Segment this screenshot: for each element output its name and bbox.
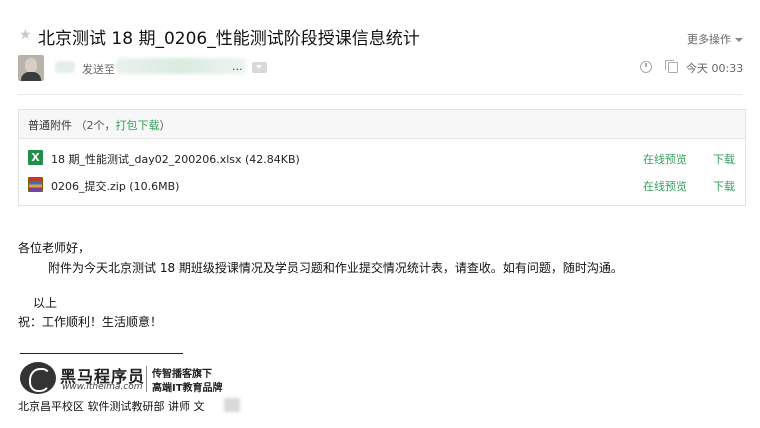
expand-recipients-button[interactable] [252, 62, 267, 73]
sender-avatar[interactable] [18, 55, 44, 81]
sent-date: 今天 00:33 [686, 62, 744, 75]
body-greeting: 各位老师好， [18, 241, 91, 255]
horse-logo-icon [20, 362, 56, 394]
star-icon[interactable]: ★ [19, 28, 33, 42]
excel-icon: X [28, 150, 43, 165]
sent-to-label: 发送至 [82, 63, 115, 76]
online-preview-link[interactable]: 在线预览 [643, 151, 687, 167]
signature-line: 北京昌平校区 软件测试教研部 讲师 文 [18, 400, 205, 413]
caret-down-icon [735, 38, 743, 42]
attachment-name[interactable]: 0206_提交.zip (10.6MB) [51, 178, 179, 194]
attachment-name[interactable]: 18 期_性能测试_day02_200206.xlsx (42.84KB) [51, 151, 300, 167]
body-wish: 祝：工作顺利！生活顺意！ [18, 315, 163, 329]
recipients-redacted[interactable] [116, 58, 246, 74]
attachment-row: 0206_提交.zip (10.6MB) 在线预览 下载 [19, 173, 745, 197]
logo-tagline-1: 传智播客旗下 [152, 369, 212, 380]
attachment-row: X 18 期_性能测试_day02_200206.xlsx (42.84KB) … [19, 146, 745, 170]
download-link[interactable]: 下载 [713, 178, 735, 194]
recipients-overflow: ... [232, 60, 243, 73]
attachments-title: 普通附件 （2个，打包下载） [28, 117, 171, 133]
signature-name-redacted [224, 398, 240, 412]
attachments-count: （2个， [75, 119, 116, 132]
email-subject: 北京测试 18 期_0206_性能测试阶段授课信息统计 [38, 29, 420, 49]
signature-divider [20, 353, 183, 354]
copy-icon[interactable] [665, 60, 678, 73]
online-preview-link[interactable]: 在线预览 [643, 178, 687, 194]
clock-icon[interactable] [640, 61, 652, 73]
logo-separator [146, 366, 147, 392]
pack-download-link[interactable]: 打包下载 [116, 119, 160, 132]
body-closing: 以上 [33, 296, 58, 310]
body-content: 附件为今天北京测试 18 期班级授课情况及学员习题和作业提交情况统计表，请查收。… [48, 261, 623, 275]
more-actions-menu[interactable]: 更多操作 [687, 31, 743, 47]
attachments-count-close: ） [159, 119, 171, 132]
attachments-section-label: 普通附件 [28, 119, 72, 132]
sender-name-redacted [55, 61, 75, 73]
attachments-panel: 普通附件 （2个，打包下载） X 18 期_性能测试_day02_200206.… [18, 109, 746, 206]
more-actions-label: 更多操作 [687, 33, 731, 46]
chevron-down-icon [256, 65, 262, 69]
attachments-header: 普通附件 （2个，打包下载） [19, 110, 745, 139]
zip-archive-icon [28, 177, 43, 192]
logo-url: www.itheima.com [62, 382, 143, 392]
download-link[interactable]: 下载 [713, 151, 735, 167]
header-divider [18, 94, 742, 95]
logo-tagline-2: 高端IT教育品牌 [152, 383, 223, 394]
